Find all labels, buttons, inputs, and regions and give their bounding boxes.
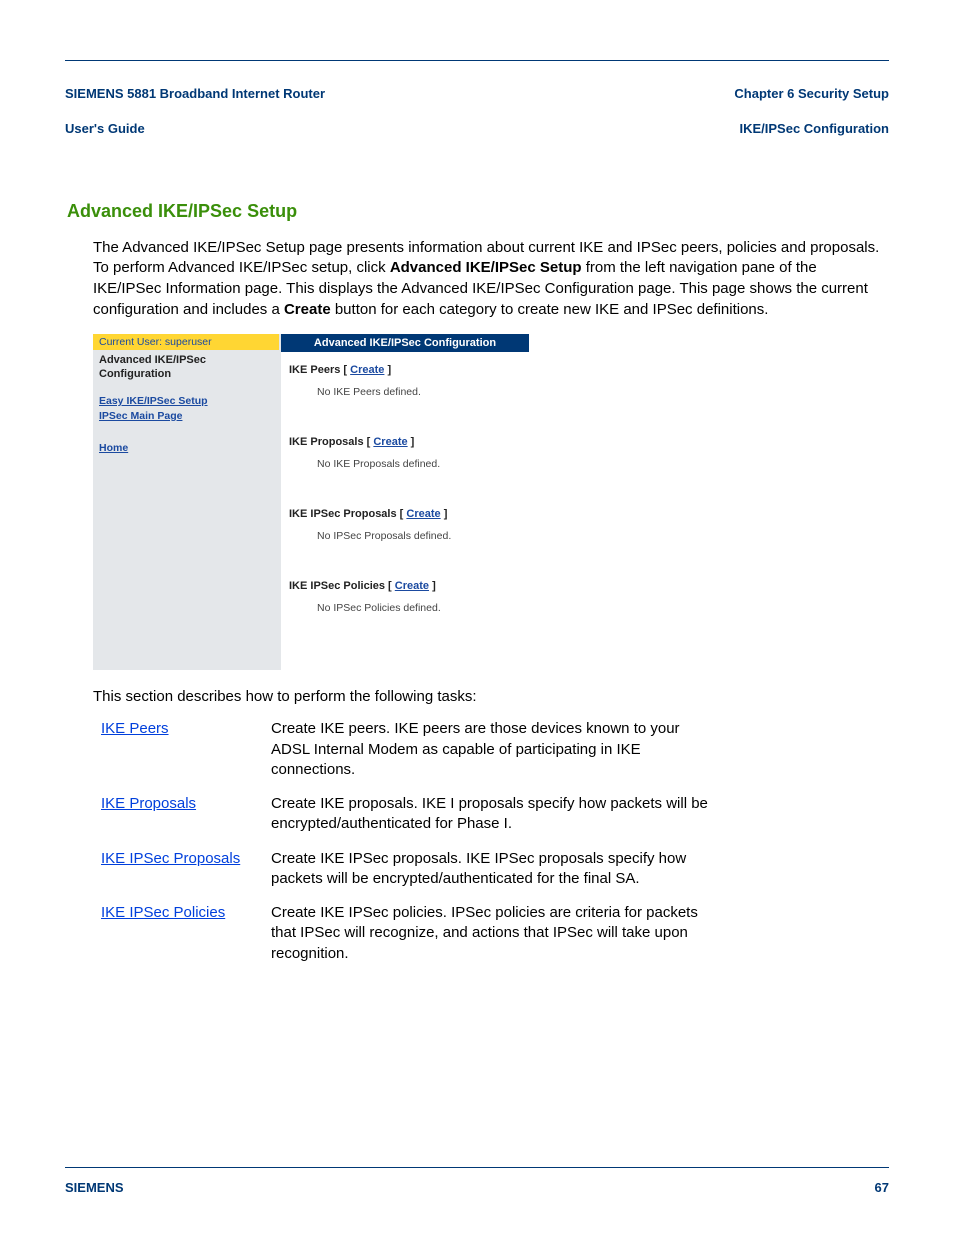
footer-brand: SIEMENS xyxy=(65,1180,124,1195)
create-ike-peers-link[interactable]: Create xyxy=(350,364,384,376)
header-topic: IKE/IPSec Configuration xyxy=(734,120,889,138)
task-desc: Create IKE IPSec proposals. IKE IPSec pr… xyxy=(271,849,711,904)
tasks-intro: This section describes how to perform th… xyxy=(93,688,889,705)
embedded-screenshot: Current User: superuser Advanced IKE/IPS… xyxy=(93,334,529,670)
page-header: SIEMENS 5881 Broadband Internet Router U… xyxy=(65,67,889,155)
sidebar-title: Advanced IKE/IPSec Configuration xyxy=(93,350,279,394)
ike-peers-heading: IKE Peers [ Create ] xyxy=(289,364,519,376)
create-ike-ipsec-policies-link[interactable]: Create xyxy=(395,580,429,592)
link-ike-ipsec-proposals[interactable]: IKE IPSec Proposals xyxy=(101,850,240,867)
ike-proposals-label: IKE Proposals xyxy=(289,436,364,448)
screenshot-main: Advanced IKE/IPSec Configuration IKE Pee… xyxy=(279,334,529,670)
page-footer: SIEMENS 67 xyxy=(65,1174,889,1195)
create-ike-ipsec-proposals-link[interactable]: Create xyxy=(406,508,440,520)
para-text: button for each category to create new I… xyxy=(331,301,769,318)
ike-proposals-empty: No IKE Proposals defined. xyxy=(289,448,519,496)
ike-ipsec-proposals-empty: No IPSec Proposals defined. xyxy=(289,520,519,568)
sidebar-link-home[interactable]: Home xyxy=(99,441,273,456)
header-product: SIEMENS 5881 Broadband Internet Router xyxy=(65,85,325,103)
link-ike-proposals[interactable]: IKE Proposals xyxy=(101,795,196,812)
section-title: Advanced IKE/IPSec Setup xyxy=(67,201,889,222)
task-desc: Create IKE proposals. IKE I proposals sp… xyxy=(271,794,711,849)
sidebar-link-ipsec-main[interactable]: IPSec Main Page xyxy=(99,409,273,424)
screenshot-main-title: Advanced IKE/IPSec Configuration xyxy=(281,334,529,352)
link-ike-ipsec-policies[interactable]: IKE IPSec Policies xyxy=(101,904,225,921)
para-bold-2: Create xyxy=(284,301,331,318)
ike-ipsec-policies-label: IKE IPSec Policies xyxy=(289,580,385,592)
task-row: IKE IPSec Policies Create IKE IPSec poli… xyxy=(101,903,711,978)
ike-peers-label: IKE Peers xyxy=(289,364,340,376)
header-chapter: Chapter 6 Security Setup xyxy=(734,85,889,103)
footer-rule xyxy=(65,1167,889,1168)
link-ike-peers[interactable]: IKE Peers xyxy=(101,720,169,737)
screenshot-sidebar: Current User: superuser Advanced IKE/IPS… xyxy=(93,334,279,670)
ike-proposals-heading: IKE Proposals [ Create ] xyxy=(289,436,519,448)
header-rule xyxy=(65,60,889,61)
ike-ipsec-proposals-heading: IKE IPSec Proposals [ Create ] xyxy=(289,508,519,520)
footer-page-number: 67 xyxy=(875,1180,889,1195)
task-row: IKE IPSec Proposals Create IKE IPSec pro… xyxy=(101,849,711,904)
current-user-banner: Current User: superuser xyxy=(93,334,279,350)
task-row: IKE Proposals Create IKE proposals. IKE … xyxy=(101,794,711,849)
ike-ipsec-proposals-label: IKE IPSec Proposals xyxy=(289,508,397,520)
ike-ipsec-policies-empty: No IPSec Policies defined. xyxy=(289,592,519,640)
task-desc: Create IKE IPSec policies. IPSec policie… xyxy=(271,903,711,978)
tasks-table: IKE Peers Create IKE peers. IKE peers ar… xyxy=(101,719,711,978)
intro-paragraph: The Advanced IKE/IPSec Setup page presen… xyxy=(93,238,889,321)
para-bold-1: Advanced IKE/IPSec Setup xyxy=(390,259,582,276)
ike-ipsec-policies-heading: IKE IPSec Policies [ Create ] xyxy=(289,580,519,592)
task-desc: Create IKE peers. IKE peers are those de… xyxy=(271,719,711,794)
create-ike-proposals-link[interactable]: Create xyxy=(373,436,407,448)
ike-peers-empty: No IKE Peers defined. xyxy=(289,376,519,424)
task-row: IKE Peers Create IKE peers. IKE peers ar… xyxy=(101,719,711,794)
header-guide: User's Guide xyxy=(65,120,325,138)
sidebar-link-easy-setup[interactable]: Easy IKE/IPSec Setup xyxy=(99,394,273,409)
